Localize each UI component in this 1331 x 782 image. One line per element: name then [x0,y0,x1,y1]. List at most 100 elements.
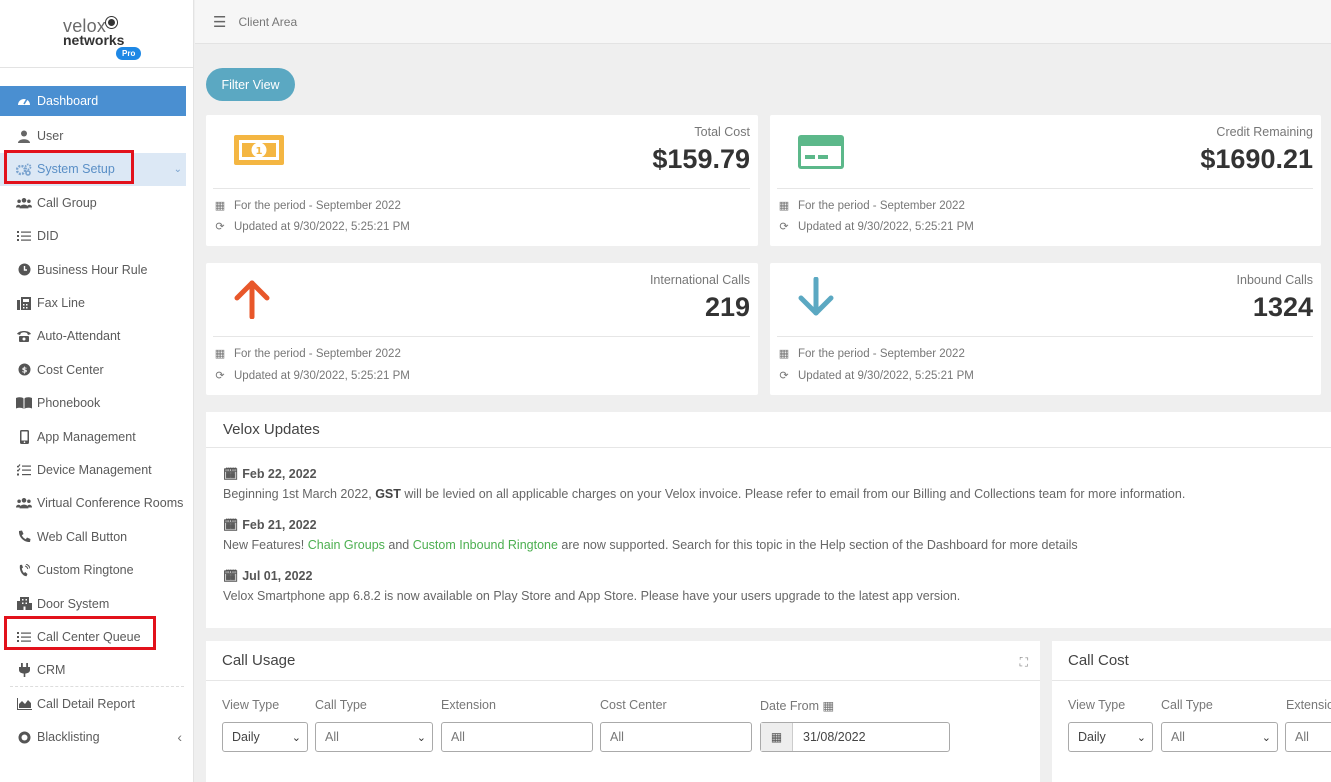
inbound-calls-card: Inbound Calls 1324 ▦ For the period - Sep… [770,263,1321,395]
sidebar-nav: Dashboard User System Setup ⌄ Call Group [0,86,194,754]
area-chart-icon [16,697,32,711]
sidebar-item-label: Door System [37,596,110,611]
view-type-select[interactable]: Daily ⌄ [222,722,308,752]
book-icon [16,396,32,410]
card-divider [777,188,1313,189]
update-text-part: Beginning 1st March 2022, [223,487,376,501]
sidebar-item-label: Business Hour Rule [37,262,148,277]
calendar-icon: ▦ [778,348,790,360]
sidebar-item-label: Virtual Conference Rooms [37,496,184,511]
refresh-icon: ⟳ [215,221,225,233]
top-bar: ☰ Client Area [195,0,1331,44]
card-divider [777,336,1313,337]
update-text-bold: GST [375,487,401,501]
update-text: New Features! Chain Groups and Custom In… [223,538,1078,552]
update-date: 🗓 Feb 22, 2022 [223,467,1185,481]
sidebar-item-did[interactable]: DID [0,220,194,253]
sidebar-item-fax-line[interactable]: Fax Line [0,286,194,319]
calendar-icon[interactable]: ▦ [761,723,793,751]
users-icon [16,196,32,210]
refresh-icon: ⟳ [779,221,789,233]
view-type-value: Daily [232,730,260,744]
sidebar-item-custom-ringtone[interactable]: Custom Ringtone [0,553,194,586]
view-type-select[interactable]: Daily ⌄ [1068,722,1153,752]
sidebar-item-call-group[interactable]: Call Group [0,186,194,219]
sidebar-item-app-management[interactable]: App Management [0,420,194,453]
call-type-value: All [1171,730,1185,744]
sidebar-item-phonebook[interactable]: Phonebook [0,387,194,420]
users-icon [16,496,32,510]
clock-icon [16,263,32,277]
update-entry: 🗓 Feb 22, 2022 Beginning 1st March 2022, … [223,467,1185,501]
card-updated: ⟳ Updated at 9/30/2022, 5:25:21 PM [214,369,409,383]
update-text-part: Velox Smartphone app 6.8.2 is now availa… [223,589,961,603]
sidebar-item-label: DID [37,229,59,244]
update-text-part: are now supported. Search for this topic… [557,538,1078,552]
velox-logo[interactable]: velox networks Pro [0,0,193,68]
card-period-text: For the period - September 2022 [234,199,401,212]
list-icon [16,229,32,243]
call-cost-title: Call Cost [1052,641,1331,681]
phone-handset-icon [16,530,32,544]
chevron-down-icon: ⌄ [173,163,182,175]
date-from-input[interactable]: ▦ 31/08/2022 [760,722,950,752]
card-period-text: For the period - September 2022 [798,199,965,212]
date-from-label-text: Date From [760,699,820,713]
money-bill-icon: 1 [233,133,285,170]
card-value: 1324 [1252,292,1313,322]
refresh-icon: ⟳ [779,370,789,382]
call-type-select[interactable]: All ⌄ [1161,722,1278,752]
sidebar-item-label: Device Management [37,462,152,477]
extension-input[interactable]: All [1285,722,1331,752]
chevron-down-icon: ⌄ [1136,731,1146,744]
calendar-icon: 🗓 [223,467,239,481]
sidebar-item-dashboard[interactable]: Dashboard [0,86,186,116]
arrow-down-icon [797,276,835,320]
sidebar-item-device-management[interactable]: Device Management [0,453,194,486]
sidebar: velox networks Pro Dashboard User System… [0,0,194,782]
ringtone-icon [16,563,32,577]
update-text-part: and [384,538,413,552]
update-text: Velox Smartphone app 6.8.2 is now availa… [223,589,960,603]
card-period: ▦ For the period - September 2022 [778,199,965,213]
calendar-icon: 🗓 [223,518,239,532]
filter-view-button[interactable]: Filter View [206,68,295,101]
card-period: ▦ For the period - September 2022 [214,347,401,361]
card-value: $1690.21 [1200,144,1313,174]
building-icon [16,597,32,611]
sidebar-item-blacklisting[interactable]: Blacklisting ‹ [0,720,194,753]
card-updated: ⟳ Updated at 9/30/2022, 5:25:21 PM [778,220,973,234]
sidebar-item-user[interactable]: User [0,119,194,152]
calendar-icon: ▦ [822,699,835,713]
sidebar-item-virtual-conference-rooms[interactable]: Virtual Conference Rooms [0,487,194,520]
update-entry: 🗓 Feb 21, 2022 New Features! Chain Groups… [223,518,1078,552]
card-period-text: For the period - September 2022 [798,347,965,360]
chain-groups-link[interactable]: Chain Groups [308,538,385,552]
sidebar-item-label: Web Call Button [37,529,128,544]
ban-icon [16,730,32,744]
extension-label: Extension [441,698,496,712]
sidebar-item-web-call-button[interactable]: Web Call Button [0,520,194,553]
svg-text:$: $ [21,366,27,375]
mobile-icon [16,429,32,444]
chevron-down-icon: ⌄ [1261,731,1271,744]
update-date: 🗓 Feb 21, 2022 [223,518,1078,532]
page-title: Client Area [238,14,298,29]
chevron-left-icon[interactable]: ‹ [177,729,182,745]
extension-input[interactable]: All [441,722,593,752]
sidebar-item-business-hour-rule[interactable]: Business Hour Rule [0,253,194,286]
expand-icon[interactable]: ⛶ [1020,655,1028,670]
credit-card-icon [797,133,845,174]
card-divider [213,336,750,337]
custom-inbound-ringtone-link[interactable]: Custom Inbound Ringtone [413,538,558,552]
hamburger-menu-icon[interactable]: ☰ [213,13,226,31]
update-date: 🗓 Jul 01, 2022 [223,569,960,583]
calendar-icon: ▦ [778,200,790,212]
cost-center-input[interactable]: All [600,722,752,752]
sidebar-item-crm[interactable]: CRM [0,654,194,687]
sidebar-item-call-detail-report[interactable]: Call Detail Report [0,687,194,720]
sidebar-item-cost-center[interactable]: $ Cost Center [0,353,194,386]
sidebar-item-auto-attendant[interactable]: Auto-Attendant [0,320,194,353]
call-type-value: All [325,730,339,744]
call-type-select[interactable]: All ⌄ [315,722,433,752]
